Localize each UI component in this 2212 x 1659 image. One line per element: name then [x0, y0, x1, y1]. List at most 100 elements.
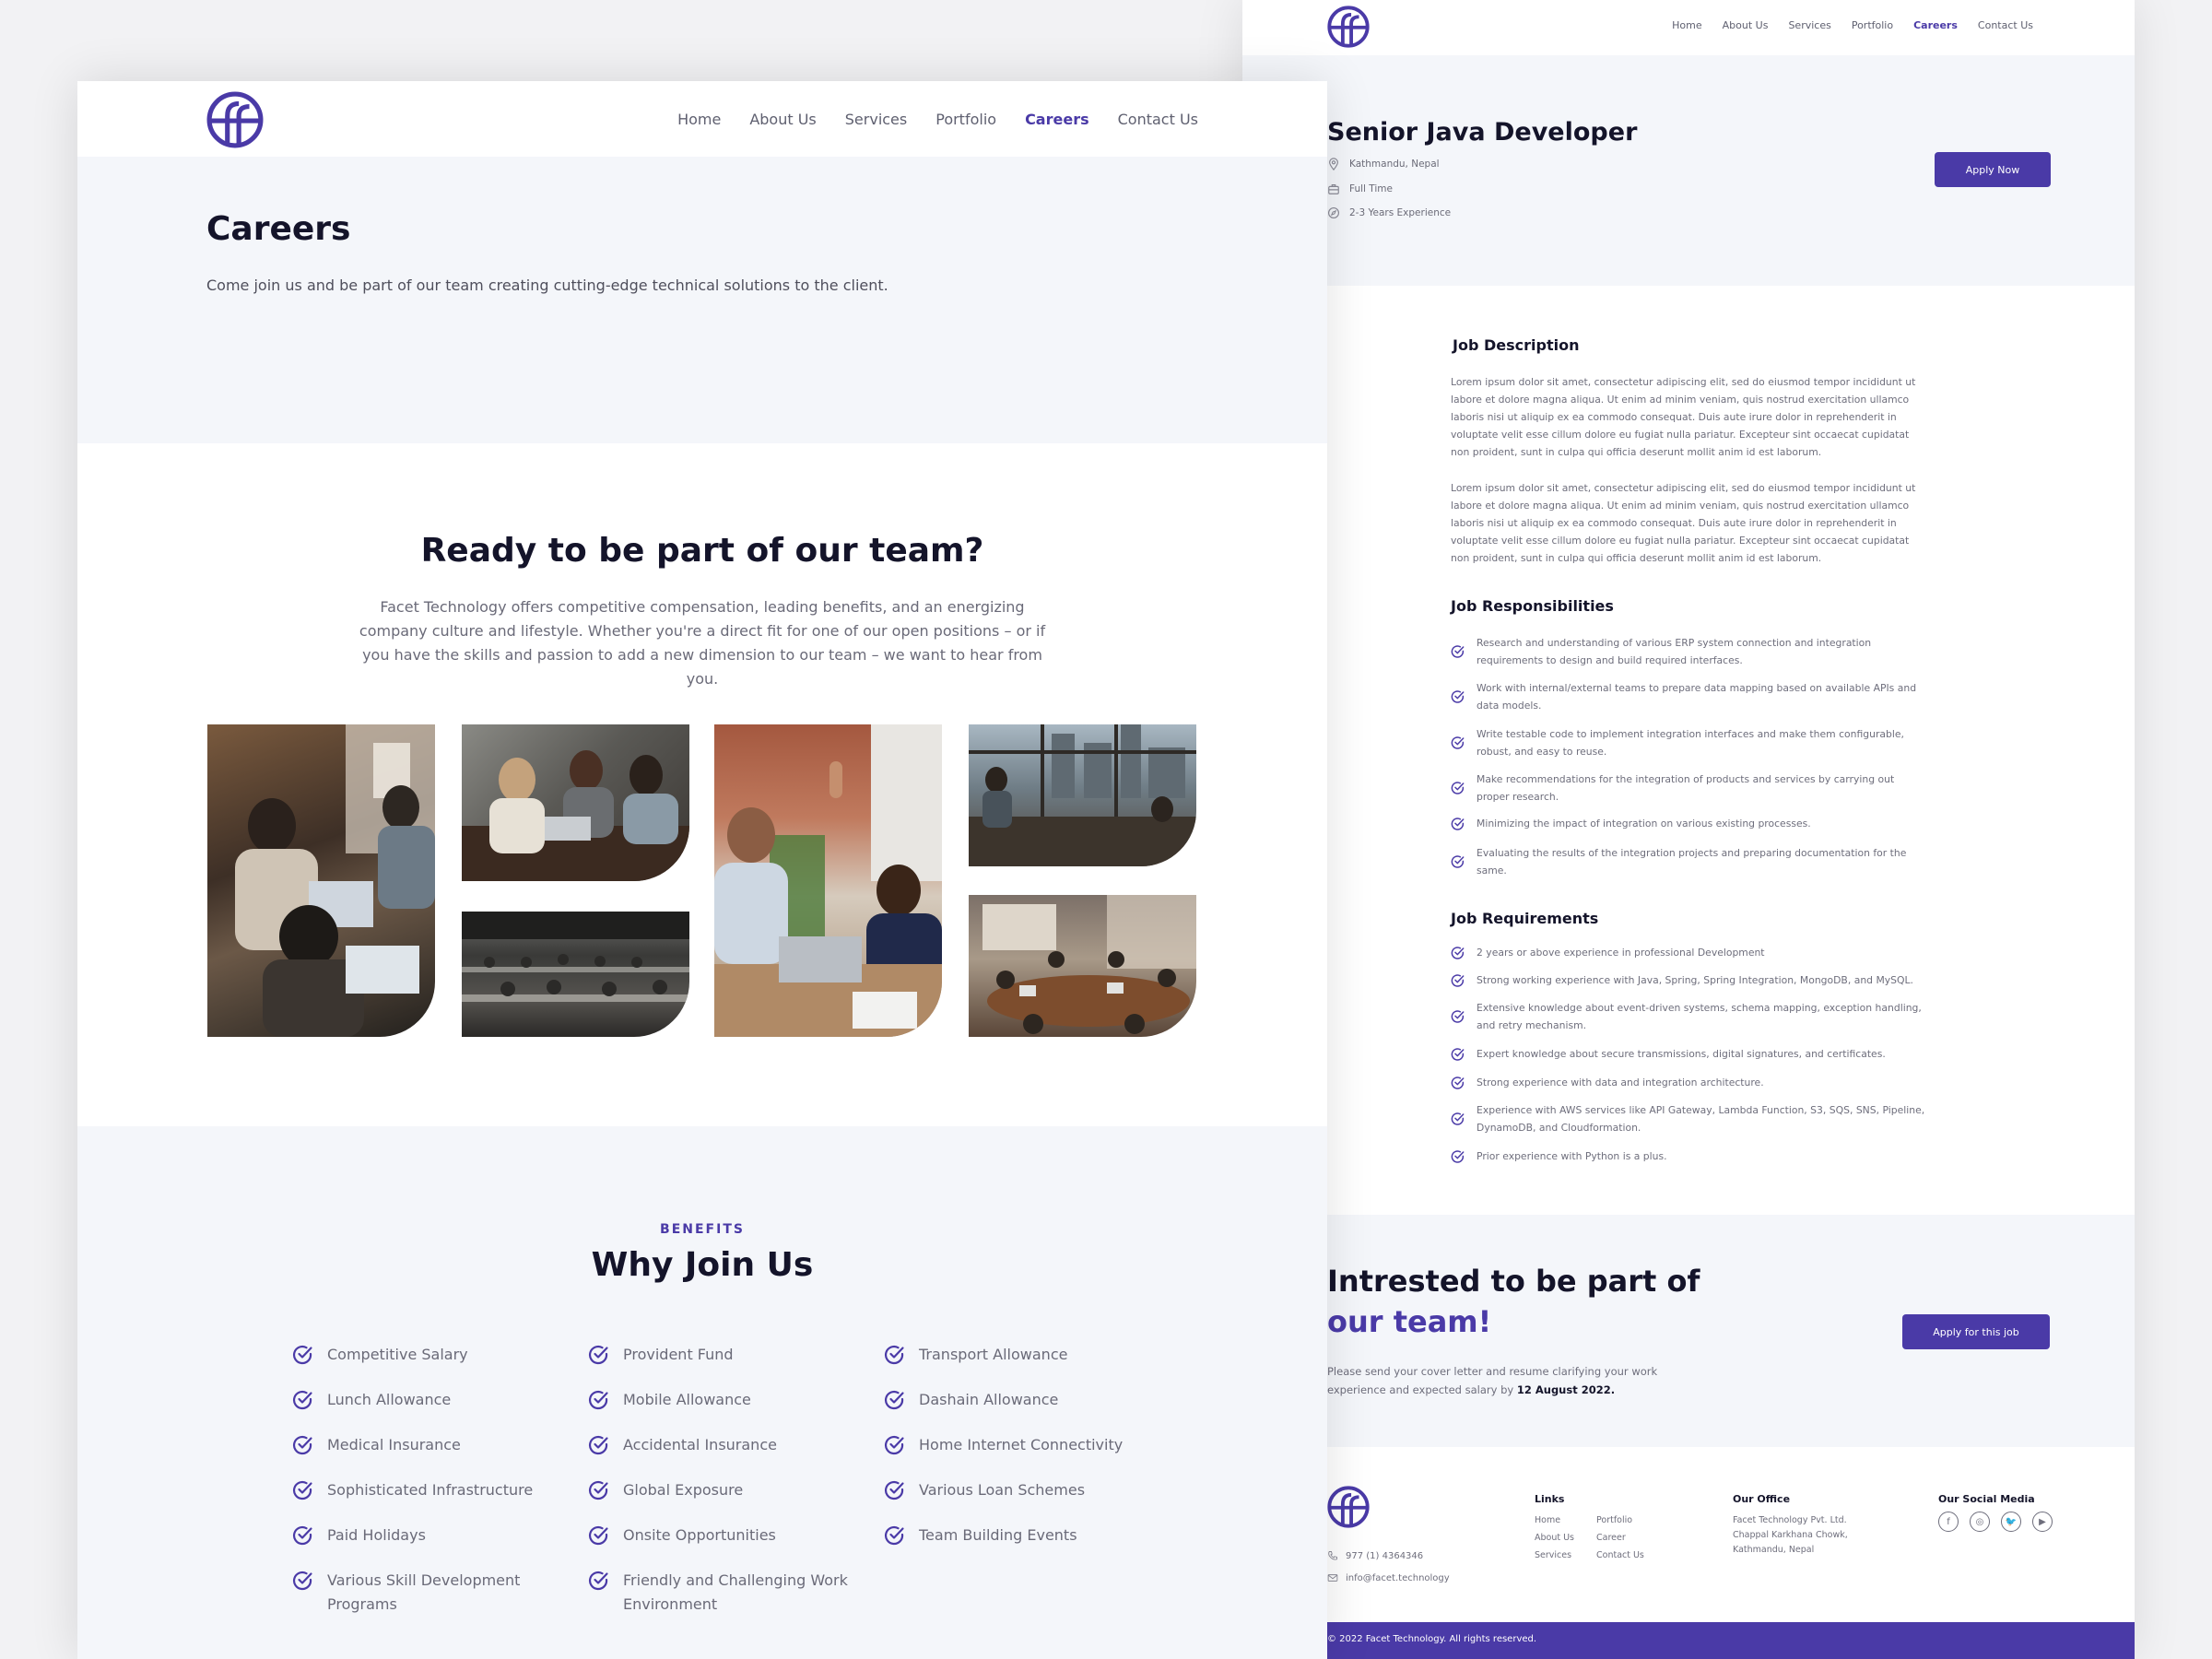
cta-heading: Intrested to be part of our team! [1327, 1261, 1714, 1342]
office-window-photo [969, 724, 1196, 866]
check-circle-icon [292, 1480, 312, 1500]
job-type-text: Full Time [1349, 183, 1393, 194]
benefit-item: Accidental Insurance [588, 1435, 855, 1457]
benefit-label: Friendly and Challenging Work Environmen… [623, 1571, 848, 1613]
location-pin-icon [1329, 158, 1338, 171]
page-title: Careers [206, 210, 351, 248]
requirement-text: Expert knowledge about secure transmissi… [1477, 1048, 1886, 1060]
apply-now-button[interactable]: Apply Now [1935, 152, 2051, 187]
nav-careers[interactable]: Careers [1025, 111, 1089, 128]
team-heading: Ready to be part of our team? [420, 532, 984, 570]
check-circle-icon [292, 1390, 312, 1410]
responsibility-item: Research and understanding of various ER… [1451, 634, 1930, 669]
responsibility-text: Research and understanding of various ER… [1477, 637, 1872, 666]
nav-careers[interactable]: Careers [1913, 19, 1958, 31]
benefit-item: Competitive Salary [292, 1345, 559, 1367]
conference-room-illustration [982, 895, 1196, 1034]
check-circle-icon [588, 1525, 608, 1546]
facet-logo-icon[interactable] [1327, 6, 1370, 48]
responsibility-item: Minimizing the impact of integration on … [1451, 815, 1930, 832]
check-circle-icon [292, 1571, 312, 1591]
facet-logo-icon[interactable] [206, 91, 264, 148]
requirement-text: 2 years or above experience in professio… [1477, 947, 1765, 959]
check-circle-icon [1451, 782, 1465, 794]
team-meeting-photo [462, 724, 689, 881]
benefit-label: Onsite Opportunities [623, 1526, 776, 1544]
benefit-label: Competitive Salary [327, 1346, 468, 1363]
check-circle-icon [1451, 1047, 1465, 1061]
team-laptops-photo [207, 724, 435, 1037]
requirement-item: Extensive knowledge about event-driven s… [1451, 999, 1930, 1034]
footer-link-home[interactable]: Home [1535, 1515, 1560, 1525]
benefit-item: Home Internet Connectivity [884, 1435, 1151, 1457]
office-window-illustration [969, 724, 1196, 866]
responsibility-item: Evaluating the results of the integratio… [1451, 844, 1930, 879]
cta-deadline: 12 August 2022. [1516, 1383, 1616, 1396]
instagram-icon[interactable]: ◎ [1970, 1512, 1990, 1532]
footer-link-services[interactable]: Services [1535, 1550, 1571, 1560]
nav-home[interactable]: Home [1672, 19, 1701, 31]
benefit-item: Provident Fund [588, 1345, 855, 1367]
footer-phone-text: 977 (1) 4364346 [1346, 1550, 1424, 1561]
apply-for-job-button[interactable]: Apply for this job [1902, 1314, 2050, 1349]
benefit-label: Dashain Allowance [919, 1391, 1059, 1408]
social-links: f ◎ 🐦 ▶ [1938, 1512, 2053, 1532]
nav-services[interactable]: Services [845, 111, 907, 128]
footer-link-about-us[interactable]: About Us [1535, 1533, 1574, 1543]
facet-logo-icon[interactable] [1327, 1486, 1370, 1528]
check-circle-icon [292, 1345, 312, 1365]
benefits-section: BENEFITS Why Join Us Competitive Salary L… [77, 1126, 1327, 1659]
check-circle-icon [1451, 1149, 1465, 1163]
check-circle-icon [292, 1525, 312, 1546]
apply-cta-section: Intrested to be part of our team! Please… [1242, 1215, 2135, 1447]
team-laptops-illustration [235, 724, 435, 1037]
team-text: Facet Technology offers competitive comp… [359, 598, 1046, 688]
job-responsibilities-heading: Job Responsibilities [1451, 597, 1614, 615]
twitter-icon[interactable]: 🐦 [2001, 1512, 2021, 1532]
footer-link-contact-us[interactable]: Contact Us [1596, 1550, 1644, 1560]
requirement-item: Prior experience with Python is a plus. [1451, 1147, 1930, 1165]
footer-link-career[interactable]: Career [1596, 1533, 1626, 1543]
responsibility-text: Write testable code to implement integra… [1477, 728, 1904, 758]
requirement-item: Expert knowledge about secure transmissi… [1451, 1045, 1930, 1063]
benefit-label: Provident Fund [623, 1346, 734, 1363]
nav-portfolio[interactable]: Portfolio [1852, 19, 1893, 31]
nav-contact-us[interactable]: Contact Us [1118, 111, 1198, 128]
nav-home[interactable]: Home [677, 111, 721, 128]
nav-about-us[interactable]: About Us [749, 111, 816, 128]
responsibility-item: Write testable code to implement integra… [1451, 725, 1930, 760]
job-requirements-heading: Job Requirements [1451, 910, 1599, 927]
facebook-icon[interactable]: f [1938, 1512, 1959, 1532]
nav-about-us[interactable]: About Us [1723, 19, 1769, 31]
check-circle-icon [884, 1435, 904, 1455]
responsibility-text: Work with internal/external teams to pre… [1477, 682, 1917, 712]
benefit-item: Global Exposure [588, 1480, 855, 1502]
responsibility-text: Evaluating the results of the integratio… [1477, 847, 1907, 877]
email-icon [1327, 1574, 1338, 1582]
copyright-bar: © 2022 Facet Technology. All rights rese… [1242, 1622, 2135, 1659]
footer-link-portfolio[interactable]: Portfolio [1596, 1515, 1632, 1525]
open-office-illustration [462, 912, 689, 1002]
check-circle-icon [588, 1390, 608, 1410]
requirement-item: Strong working experience with Java, Spr… [1451, 971, 1930, 989]
check-circle-icon [1451, 855, 1465, 868]
job-detail-page: Home About Us Services Portfolio Careers… [1242, 0, 2135, 1659]
job-location: Kathmandu, Nepal [1327, 158, 1440, 171]
footer-email[interactable]: info@facet.technology [1327, 1572, 1450, 1583]
nav-services[interactable]: Services [1788, 19, 1830, 31]
nav-contact-us[interactable]: Contact Us [1978, 19, 2033, 31]
benefit-label: Various Loan Schemes [919, 1481, 1086, 1499]
check-circle-icon [884, 1390, 904, 1410]
check-circle-icon [1451, 817, 1465, 830]
benefit-label: Various Skill Development Programs [327, 1571, 521, 1613]
check-circle-icon [1451, 946, 1465, 959]
youtube-icon[interactable]: ▶ [2032, 1512, 2053, 1532]
benefit-label: Sophisticated Infrastructure [327, 1481, 534, 1499]
footer-phone[interactable]: 977 (1) 4364346 [1327, 1550, 1423, 1561]
responsibility-item: Make recommendations for the integration… [1451, 771, 1930, 806]
check-circle-icon [588, 1345, 608, 1365]
requirement-item: 2 years or above experience in professio… [1451, 944, 1930, 961]
compass-icon [1328, 207, 1339, 218]
nav-portfolio[interactable]: Portfolio [935, 111, 996, 128]
benefit-label: Mobile Allowance [623, 1391, 751, 1408]
